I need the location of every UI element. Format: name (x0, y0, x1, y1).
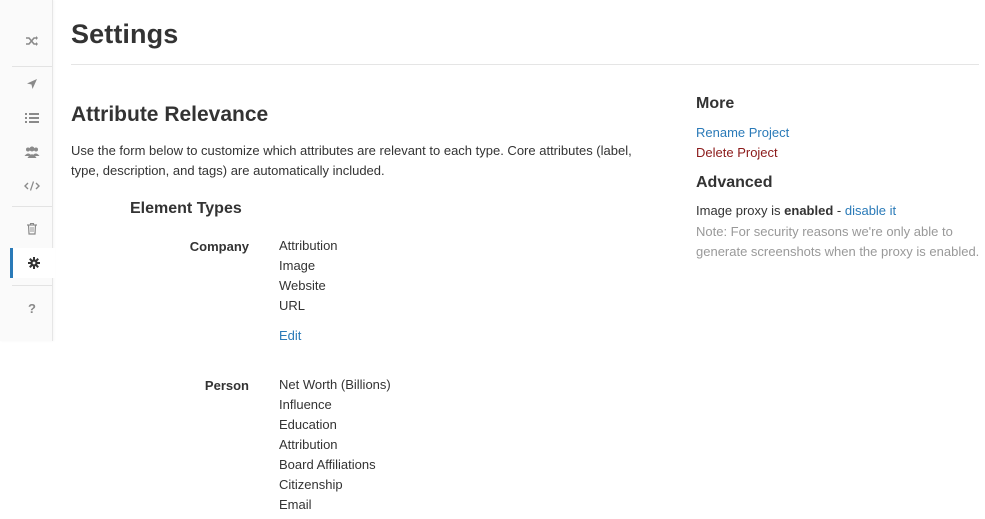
element-types-title: Element Types (130, 200, 242, 217)
proxy-separator: - (833, 203, 845, 218)
page-title: Settings (71, 19, 179, 49)
list-item: Net Worth (Billions) (279, 377, 391, 392)
sidebar-item-embed[interactable] (12, 171, 52, 201)
proxy-prefix: Image proxy is (696, 203, 785, 218)
person-attribute-list: Net Worth (Billions) Influence Education… (279, 375, 391, 515)
proxy-state: enabled (784, 203, 834, 218)
list-item: Image (279, 258, 316, 273)
list-item: Citizenship (279, 477, 343, 492)
sidebar-divider (12, 66, 52, 67)
sidebar-item-users[interactable] (12, 137, 52, 167)
company-attribute-list: Attribution Image Website URL (279, 236, 338, 316)
list-item: URL (279, 298, 306, 313)
proxy-note: Note: For security reasons we're only ab… (696, 224, 980, 259)
advanced-heading: Advanced (696, 174, 773, 191)
sidebar: ? (0, 0, 55, 341)
sidebar-divider (12, 285, 52, 286)
sidebar-item-list[interactable] (12, 103, 52, 133)
sidebar-item-navigate[interactable] (12, 69, 52, 99)
list-item: Education (279, 417, 337, 432)
list-item: Email (279, 497, 312, 512)
attribute-relevance-description: Use the form below to customize which at… (71, 143, 632, 178)
users-icon (24, 146, 40, 158)
trash-icon (27, 222, 37, 235)
list-item: Website (279, 278, 326, 293)
gear-icon (28, 257, 40, 269)
list-item: Attribution (279, 437, 338, 452)
company-edit-link[interactable]: Edit (279, 328, 301, 343)
type-name-person: Person (204, 378, 249, 393)
sidebar-item-help[interactable]: ? (12, 293, 52, 323)
rename-project-link[interactable]: Rename Project (696, 125, 789, 140)
attribute-relevance-title: Attribute Relevance (71, 103, 269, 126)
sidebar-item-settings[interactable] (10, 248, 55, 278)
location-arrow-icon (27, 79, 37, 89)
disable-proxy-link[interactable]: disable it (845, 203, 896, 218)
sidebar-divider (12, 206, 52, 207)
list-item: Board Affiliations (279, 457, 376, 472)
shuffle-icon (26, 36, 38, 46)
list-icon (25, 113, 39, 123)
sidebar-item-trash[interactable] (12, 213, 52, 243)
code-icon (24, 181, 40, 191)
type-name-company: Company (189, 239, 249, 254)
more-heading: More (696, 95, 735, 112)
title-divider (71, 64, 979, 65)
delete-project-link[interactable]: Delete Project (696, 145, 778, 160)
question-icon: ? (28, 300, 36, 316)
sidebar-item-shuffle[interactable] (12, 26, 52, 56)
list-item: Attribution (279, 238, 338, 253)
list-item: Influence (279, 397, 332, 412)
image-proxy-status: Image proxy is enabled - disable it (696, 203, 896, 218)
